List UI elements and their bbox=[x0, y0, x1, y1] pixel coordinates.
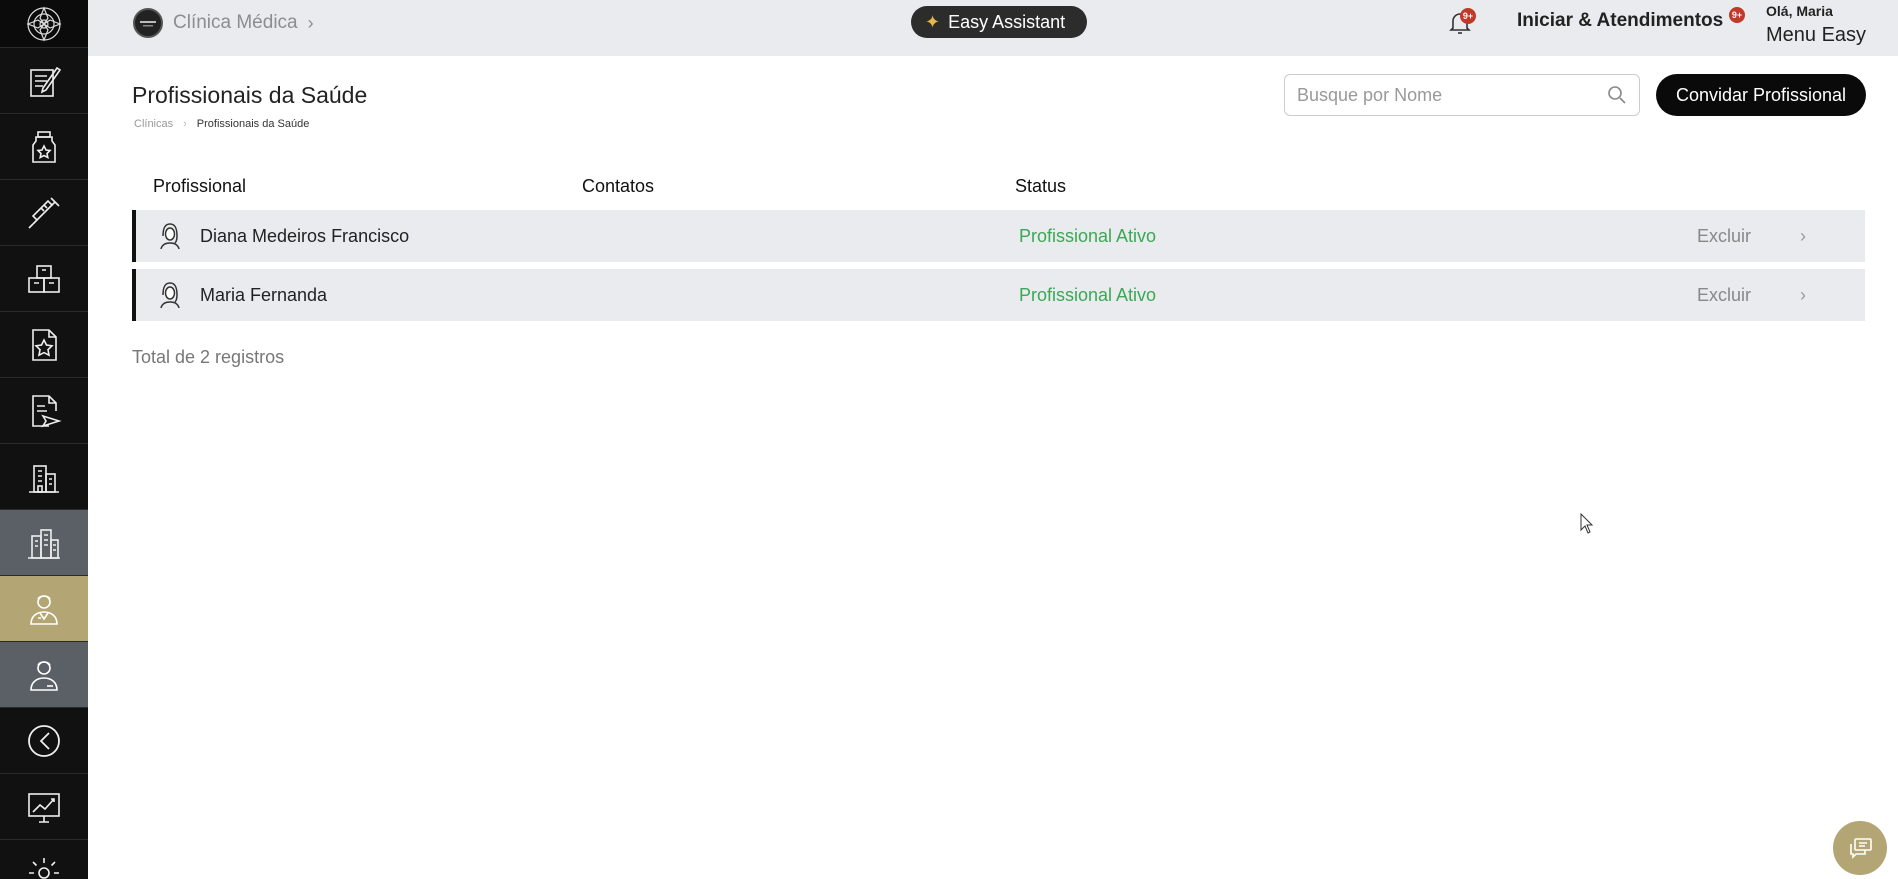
syringe-icon bbox=[28, 196, 60, 229]
chevron-right-icon: › bbox=[307, 12, 314, 33]
clinic-selector[interactable]: Clínica Médica › bbox=[133, 8, 314, 38]
sidebar-item-medicines[interactable] bbox=[0, 114, 88, 180]
app-logo[interactable] bbox=[0, 0, 88, 48]
easy-assistant-label: Easy Assistant bbox=[948, 11, 1066, 32]
medicine-bottle-icon bbox=[32, 130, 56, 163]
invite-professional-button[interactable]: Convidar Profissional bbox=[1656, 74, 1866, 116]
sidebar-item-building[interactable] bbox=[0, 444, 88, 510]
sidebar-item-inventory[interactable] bbox=[0, 246, 88, 312]
chat-float-button[interactable] bbox=[1833, 821, 1887, 875]
sidebar-item-professionals[interactable] bbox=[0, 642, 88, 708]
breadcrumb: Clínicas › Profissionais da Saúde bbox=[134, 118, 309, 130]
financial-chart-icon bbox=[28, 792, 60, 823]
iniciar-badge: 9+ bbox=[1729, 7, 1745, 23]
column-header-contatos: Contatos bbox=[582, 176, 655, 196]
sidebar-item-clinics[interactable] bbox=[0, 510, 88, 576]
table-row[interactable]: Maria Fernanda Profissional Ativo Exclui… bbox=[132, 269, 1865, 321]
delete-button[interactable]: Excluir bbox=[1697, 226, 1751, 247]
notifications-button[interactable]: 9+ bbox=[1448, 8, 1476, 41]
user-greeting: Olá, Maria bbox=[1766, 3, 1833, 19]
send-document-icon bbox=[32, 394, 62, 427]
column-header-profissional: Profissional bbox=[153, 176, 247, 196]
clinic-logo-icon bbox=[133, 8, 163, 38]
total-records: Total de 2 registros bbox=[132, 347, 285, 367]
mouse-cursor-icon bbox=[1580, 513, 1594, 534]
clinic-buildings-icon bbox=[28, 528, 60, 559]
notifications-badge: 9+ bbox=[1460, 8, 1476, 24]
search-box bbox=[1284, 74, 1640, 116]
status-badge: Profissional Ativo bbox=[1019, 284, 1157, 305]
history-clock-icon bbox=[28, 724, 60, 757]
chevron-right-icon[interactable]: › bbox=[1800, 226, 1806, 247]
female-avatar-icon bbox=[160, 223, 180, 250]
sidebar-item-favorites[interactable] bbox=[0, 312, 88, 378]
edit-document-icon bbox=[30, 66, 62, 97]
sidebar-item-settings[interactable] bbox=[0, 840, 88, 879]
female-avatar-icon bbox=[160, 282, 180, 309]
sparkle-icon: ✦ bbox=[925, 11, 941, 32]
professional-name: Diana Medeiros Francisco bbox=[200, 225, 410, 246]
easy-assistant-button[interactable]: ✦ Easy Assistant bbox=[911, 6, 1087, 38]
professional-name: Maria Fernanda bbox=[200, 284, 328, 305]
breadcrumb-clinics[interactable]: Clínicas bbox=[134, 118, 173, 130]
chat-bubbles-icon bbox=[1850, 838, 1872, 859]
chevron-right-icon: › bbox=[183, 118, 187, 130]
top-bar: Clínica Médica › ✦ Easy Assistant 9+ Ini… bbox=[88, 0, 1898, 56]
breadcrumb-current: Profissionais da Saúde bbox=[196, 118, 310, 130]
column-header-status: Status bbox=[1015, 176, 1067, 196]
sidebar bbox=[0, 0, 88, 879]
menu-easy-button[interactable]: Menu Easy bbox=[1766, 24, 1866, 47]
favorite-document-icon bbox=[32, 328, 57, 361]
status-badge: Profissional Ativo bbox=[1019, 225, 1157, 246]
sidebar-item-history[interactable] bbox=[0, 708, 88, 774]
doctor-icon bbox=[30, 594, 58, 625]
mandala-logo-icon bbox=[26, 5, 62, 42]
sidebar-item-records[interactable] bbox=[0, 48, 88, 114]
inventory-boxes-icon bbox=[28, 264, 60, 293]
sidebar-item-procedures[interactable] bbox=[0, 180, 88, 246]
search-icon[interactable] bbox=[1607, 85, 1627, 105]
clinic-name: Clínica Médica bbox=[173, 12, 298, 33]
delete-button[interactable]: Excluir bbox=[1697, 285, 1751, 306]
page-title: Profissionais da Saúde bbox=[132, 82, 368, 108]
sidebar-item-send[interactable] bbox=[0, 378, 88, 444]
chevron-right-icon[interactable]: › bbox=[1800, 285, 1806, 306]
professional-icon bbox=[30, 660, 58, 691]
search-input[interactable] bbox=[1297, 84, 1607, 106]
table-row[interactable]: Diana Medeiros Francisco Profissional At… bbox=[132, 210, 1865, 262]
iniciar-atendimentos-label: Iniciar & Atendimentos bbox=[1517, 10, 1724, 31]
iniciar-atendimentos-button[interactable]: Iniciar & Atendimentos 9+ bbox=[1517, 7, 1745, 32]
sidebar-item-financial[interactable] bbox=[0, 774, 88, 840]
settings-gear-icon bbox=[29, 857, 59, 879]
building-icon bbox=[29, 464, 59, 493]
sidebar-item-health-professionals[interactable] bbox=[0, 576, 88, 642]
